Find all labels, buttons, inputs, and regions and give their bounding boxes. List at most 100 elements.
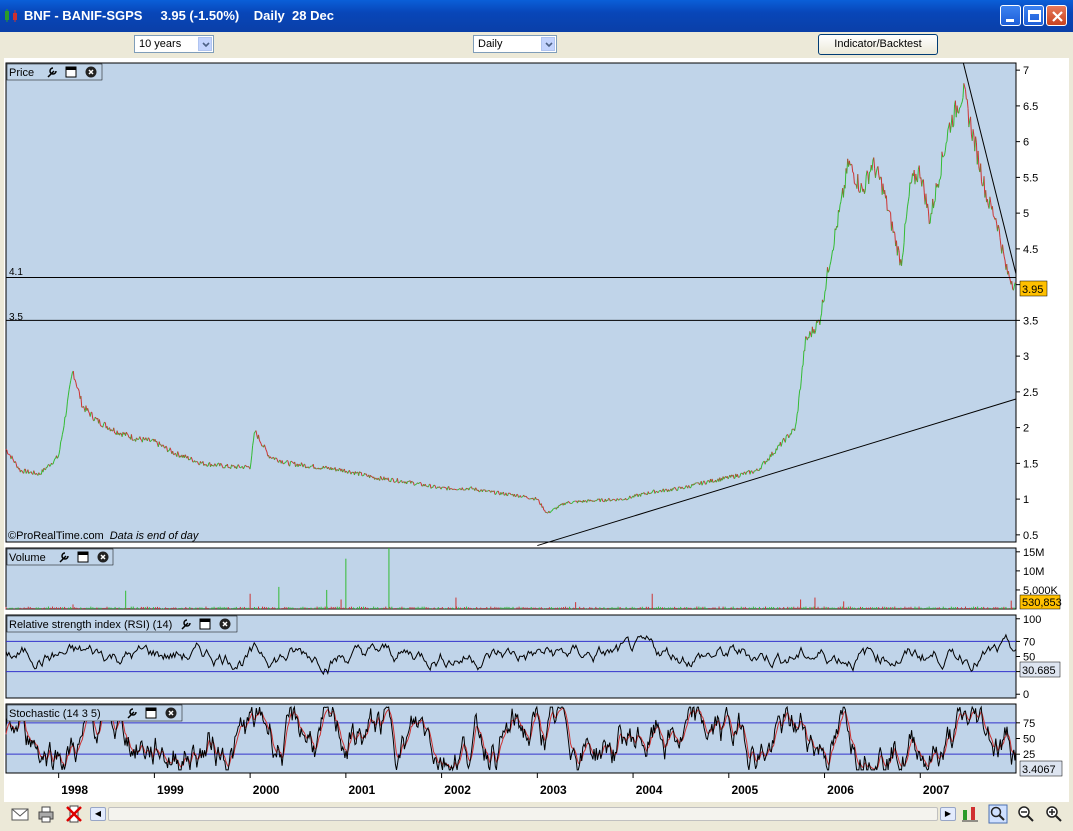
price-segment [959, 106, 961, 109]
price-segment [355, 471, 358, 474]
close-panel-icon[interactable] [85, 66, 97, 78]
window-icon[interactable] [65, 66, 77, 78]
price-y-tick-label: 2.5 [1023, 387, 1038, 399]
price-segment [370, 474, 372, 477]
price-segment [626, 498, 629, 501]
window-icon[interactable] [145, 707, 157, 719]
price-segment [485, 490, 487, 493]
price-segment [1014, 282, 1017, 284]
price-segment [567, 500, 570, 503]
price-segment [491, 490, 493, 492]
price-panel-header: Price [6, 63, 103, 81]
disconnect-icon[interactable] [64, 804, 84, 824]
indicator-backtest-button[interactable]: Indicator/Backtest [818, 34, 938, 55]
price-segment [614, 499, 616, 501]
price-segment [939, 178, 941, 181]
price-segment [398, 481, 401, 484]
price-segment [5, 448, 8, 451]
price-segment [385, 477, 387, 479]
chart-tools-icon[interactable] [960, 804, 980, 824]
price-segment [196, 461, 199, 463]
price-segment [616, 498, 619, 500]
price-segment [487, 490, 489, 492]
zoom-in-icon[interactable] [1044, 804, 1064, 824]
price-segment [620, 498, 623, 501]
price-segment [94, 416, 97, 419]
price-segment [682, 487, 684, 490]
x-tick-label: 2004 [636, 783, 663, 797]
close-panel-icon[interactable] [219, 618, 231, 630]
x-tick-label: 2002 [444, 783, 471, 797]
window-icon[interactable] [199, 618, 211, 630]
price-segment [291, 461, 294, 463]
price-segment [426, 485, 429, 488]
rsi-panel-title: Relative strength index (RSI) (14) [9, 619, 172, 631]
x-tick-label: 2003 [540, 783, 567, 797]
x-tick-label: 2007 [923, 783, 950, 797]
price-segment [418, 482, 420, 485]
price-segment [430, 487, 433, 489]
window-icon[interactable] [77, 551, 89, 563]
hline-label-4-1: 4.1 [9, 267, 23, 278]
title-bar: BNF - BANIF-SGPS 3.95 (-1.50%) Daily 28 … [0, 0, 1073, 32]
horizontal-scrollbar[interactable] [108, 807, 938, 821]
close-button[interactable] [1046, 5, 1067, 26]
status-bar: ◀ ▶ [4, 802, 1069, 827]
price-segment [247, 466, 250, 468]
mail-icon[interactable] [10, 804, 30, 824]
scroll-right-button[interactable]: ▶ [940, 807, 956, 821]
zoom-out-icon[interactable] [1016, 804, 1036, 824]
price-y-tick-label: 5.5 [1023, 172, 1038, 184]
volume-panel[interactable] [5, 547, 1017, 610]
scroll-left-button[interactable]: ◀ [90, 807, 106, 821]
chart-svg[interactable]: 76.565.554.543.532.521.510.515M10M5,000K… [4, 58, 1069, 802]
price-y-tick-label: 1 [1023, 494, 1029, 506]
close-panel-icon[interactable] [97, 551, 109, 563]
price-segment [685, 485, 688, 487]
price-segment [120, 432, 122, 435]
price-segment [290, 460, 293, 463]
price-segment [309, 465, 312, 468]
price-segment [434, 484, 436, 487]
price-segment [549, 511, 551, 514]
close-icon [1052, 11, 1063, 22]
price-segment [553, 507, 556, 510]
price-segment [216, 463, 219, 465]
rsi-y-tick-label: 100 [1023, 614, 1041, 626]
volume-y-tick-label: 10M [1023, 566, 1044, 578]
chart-area[interactable]: 76.565.554.543.532.521.510.515M10M5,000K… [4, 58, 1069, 802]
print-icon[interactable] [36, 804, 56, 824]
price-y-tick-label: 3.5 [1023, 315, 1038, 327]
price-segment [668, 490, 671, 492]
price-segment [126, 433, 129, 436]
stochastic-current-value: 3.4067 [1022, 764, 1056, 776]
price-segment [391, 477, 394, 480]
price-segment [593, 500, 596, 503]
price-segment [768, 459, 770, 461]
price-y-tick-label: 6.5 [1023, 101, 1038, 113]
period-select[interactable]: 10 years [134, 35, 214, 53]
volume-panel-header: Volume [6, 548, 114, 566]
price-segment [308, 466, 311, 469]
price-segment [411, 480, 413, 483]
price-segment [269, 456, 272, 459]
price-segment [665, 488, 668, 491]
price-panel[interactable] [5, 62, 1017, 543]
price-segment [43, 467, 46, 470]
price-segment [942, 155, 944, 158]
price-segment [630, 496, 633, 499]
x-tick-label: 2001 [349, 783, 376, 797]
interval-select[interactable]: Daily [473, 35, 557, 53]
minimize-button[interactable] [1000, 5, 1021, 26]
price-segment [656, 490, 658, 493]
price-segment [325, 465, 328, 468]
zoom-select-icon[interactable] [988, 804, 1008, 824]
price-segment [220, 462, 222, 465]
maximize-button[interactable] [1023, 5, 1044, 26]
price-segment [394, 481, 396, 483]
x-tick-label: 1998 [61, 783, 88, 797]
price-segment [689, 486, 692, 489]
price-segment [572, 501, 574, 504]
price-segment [140, 438, 142, 441]
close-panel-icon[interactable] [165, 707, 177, 719]
